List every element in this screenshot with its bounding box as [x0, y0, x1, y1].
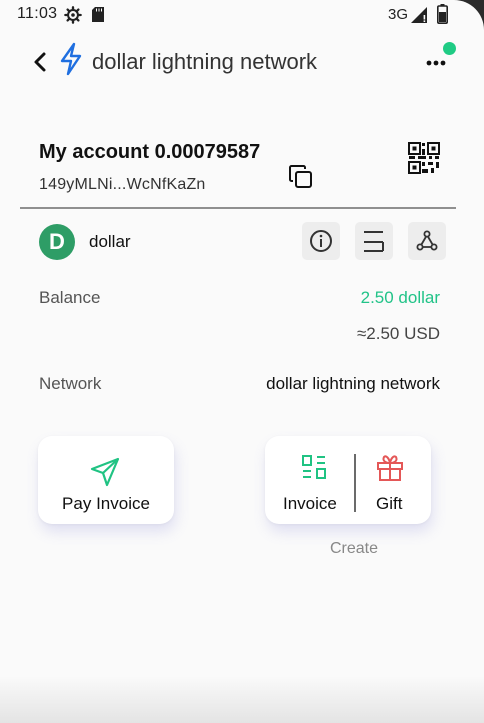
copy-icon[interactable] [287, 163, 315, 191]
battery-icon [437, 4, 448, 24]
node-network-icon [416, 230, 438, 251]
account-address: 149yMLNi...WcNfKaZn [39, 176, 206, 193]
create-invoice-button[interactable]: Invoice [265, 436, 354, 524]
pay-invoice-label: Pay Invoice [62, 494, 150, 513]
account-title: My account 0.00079587 [39, 141, 261, 163]
balance-value: 2.50 dollar [360, 288, 440, 307]
create-card: Invoice Gift [265, 436, 431, 524]
gift-icon [377, 455, 403, 481]
back-arrow-icon[interactable] [30, 48, 52, 76]
network-value: dollar lightning network [266, 374, 440, 393]
balance-fiat-value: ≈2.50 USD [356, 324, 440, 343]
pay-invoice-button[interactable]: Pay Invoice [38, 436, 174, 524]
network-type: 3G [388, 6, 409, 23]
sd-card-icon [92, 7, 104, 22]
divider [20, 207, 456, 209]
node-button[interactable] [408, 222, 446, 260]
transactions-button[interactable] [355, 222, 393, 260]
gift-label: Gift [376, 494, 403, 513]
bottom-shade [0, 676, 484, 723]
network-label: Network [39, 374, 102, 393]
list-icon [364, 231, 384, 252]
asset-avatar: D [39, 224, 75, 260]
app-header: dollar lightning network [0, 38, 484, 86]
info-button[interactable] [302, 222, 340, 260]
create-gift-button[interactable]: Gift [356, 436, 431, 524]
asset-row: D dollar [0, 220, 484, 264]
account-section: My account 0.00079587 149yMLNi...WcNfKaZ… [0, 130, 484, 210]
create-caption: Create [330, 540, 379, 557]
lightning-bolt-icon [60, 42, 82, 76]
signal-icon [411, 7, 427, 23]
status-time: 11:03 [17, 5, 58, 22]
asset-name: dollar [89, 232, 131, 251]
notification-dot [443, 42, 456, 55]
status-bar: 11:03 3G [0, 0, 484, 30]
qr-code-icon[interactable] [408, 142, 440, 174]
balance-label: Balance [39, 288, 101, 307]
invoice-scan-icon [302, 455, 326, 479]
invoice-label: Invoice [283, 494, 337, 513]
page-title: dollar lightning network [92, 49, 318, 74]
gear-icon [64, 6, 82, 24]
phone-screen: 11:03 3G dollar lightning network My acc… [0, 0, 484, 723]
send-arrow-icon [90, 457, 120, 487]
info-icon [310, 230, 332, 252]
